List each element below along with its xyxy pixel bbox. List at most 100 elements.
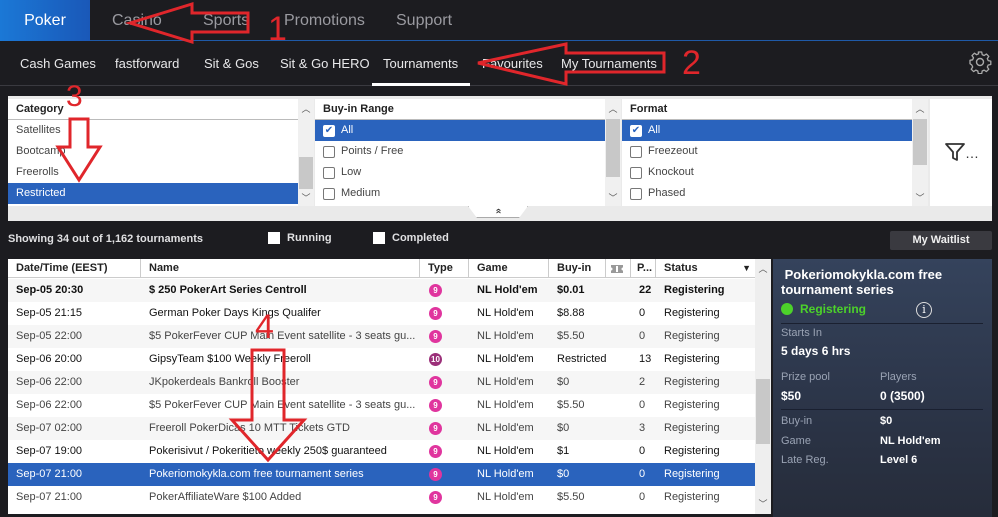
category-item-restricted[interactable]: Restricted bbox=[8, 183, 298, 204]
sub-tab-my-tournaments[interactable]: My Tournaments bbox=[561, 42, 657, 86]
scroll-thumb[interactable] bbox=[299, 157, 313, 189]
top-tab-promotions[interactable]: Promotions bbox=[284, 0, 365, 41]
col-name[interactable]: Name bbox=[141, 259, 420, 278]
top-tab-poker[interactable]: Poker bbox=[0, 0, 90, 41]
col-players[interactable]: P... bbox=[631, 259, 656, 278]
table-row[interactable]: Sep-05 22:00 $5 PokerFever CUP Main Event… bbox=[8, 325, 755, 348]
table-row[interactable]: Sep-06 22:00 JKpokerdeals Bankroll Booste… bbox=[8, 371, 755, 394]
table-row[interactable]: Sep-05 21:15 German Poker Days Kings Qual… bbox=[8, 302, 755, 325]
buyin-option-all[interactable]: ✔ All bbox=[315, 120, 605, 141]
col-status[interactable]: Status ▼ bbox=[656, 259, 755, 278]
col-datetime[interactable]: Date/Time (EEST) bbox=[8, 259, 141, 278]
sub-tab-favourites[interactable]: Favourites bbox=[482, 42, 543, 86]
cell-name: GipsyTeam $100 Weekly Freeroll bbox=[149, 353, 311, 365]
scroll-down-icon[interactable]: ﹀ bbox=[912, 191, 928, 204]
table-row[interactable]: Sep-07 19:00 Pokerisivut / Pokeritieto we… bbox=[8, 440, 755, 463]
buyin-option-label: Medium bbox=[341, 187, 381, 199]
table-row[interactable]: Sep-06 20:00 GipsyTeam $100 Weekly Freero… bbox=[8, 348, 755, 371]
sub-tab-tournaments[interactable]: Tournaments bbox=[371, 42, 471, 86]
completed-checkbox[interactable] bbox=[373, 232, 385, 244]
category-scrollbar[interactable]: ︿ ﹀ bbox=[298, 99, 314, 206]
table-row[interactable]: Sep-06 22:00 $5 PokerFever CUP Main Event… bbox=[8, 394, 755, 417]
col-game[interactable]: Game bbox=[469, 259, 549, 278]
cell-buyin: $8.88 bbox=[557, 307, 585, 319]
starts-in-value: 5 days 6 hrs bbox=[781, 344, 851, 358]
category-item-freerolls[interactable]: Freerolls bbox=[8, 162, 298, 183]
scroll-up-icon[interactable]: ︿ bbox=[912, 102, 928, 115]
col-status-label: Status bbox=[664, 262, 698, 274]
divider bbox=[781, 323, 983, 324]
scroll-up-icon[interactable]: ︿ bbox=[298, 102, 314, 115]
cell-name: $5 PokerFever CUP Main Event satellite -… bbox=[149, 399, 416, 411]
table-row[interactable]: Sep-07 02:00 Freeroll PokerDicas 10 MTT T… bbox=[8, 417, 755, 440]
scroll-thumb[interactable] bbox=[606, 119, 620, 177]
top-tab-casino[interactable]: Casino bbox=[112, 0, 162, 41]
top-tab-sports[interactable]: Sports bbox=[203, 0, 249, 41]
completed-toggle[interactable]: Completed bbox=[373, 232, 449, 244]
category-item-satellites[interactable]: Satellites bbox=[8, 120, 298, 141]
scroll-down-icon[interactable]: ﹀ bbox=[298, 191, 314, 204]
scroll-up-icon[interactable]: ︿ bbox=[605, 102, 621, 115]
sub-tab-fastforward[interactable]: fastforward bbox=[115, 42, 179, 86]
format-option-label: Phased bbox=[648, 187, 686, 199]
top-nav: Poker Casino Sports Promotions Support bbox=[0, 0, 998, 41]
checkbox-checked-icon[interactable]: ✔ bbox=[630, 124, 642, 137]
buyin-option-points-free[interactable]: Points / Free bbox=[315, 141, 605, 162]
table-row[interactable]: Sep-05 20:30 $ 250 PokerArt Series Centro… bbox=[8, 279, 755, 302]
checkbox-icon[interactable] bbox=[630, 187, 642, 200]
cell-status: Registering bbox=[664, 468, 720, 480]
table-scrollbar[interactable]: ︿ ﹀ bbox=[755, 259, 771, 514]
scroll-thumb[interactable] bbox=[913, 119, 927, 165]
prize-pool-label: Prize pool bbox=[781, 371, 830, 383]
table-row[interactable]: Sep-07 21:00 PokerAffiliateWare $100 Adde… bbox=[8, 486, 755, 509]
running-checkbox[interactable] bbox=[268, 232, 280, 244]
table-row[interactable]: Sep-07 21:00 Pokeriomokykla.com free tou… bbox=[8, 463, 755, 486]
format-option-knockout[interactable]: Knockout bbox=[622, 162, 912, 183]
cell-players: 0 bbox=[639, 468, 646, 480]
scroll-down-icon[interactable]: ﹀ bbox=[755, 497, 771, 510]
top-tab-support[interactable]: Support bbox=[396, 0, 452, 41]
cell-players: 0 bbox=[639, 399, 646, 411]
tournament-table: Date/Time (EEST) Name Type Game Buy-in P… bbox=[8, 259, 771, 514]
more-filters-button[interactable]: … bbox=[930, 99, 992, 206]
buyin-scrollbar[interactable]: ︿ ﹀ bbox=[605, 99, 621, 206]
checkbox-icon[interactable] bbox=[630, 145, 642, 158]
sub-tab-cash-games[interactable]: Cash Games bbox=[20, 42, 96, 86]
format-option-phased[interactable]: Phased bbox=[622, 183, 912, 204]
gear-icon[interactable] bbox=[968, 50, 992, 74]
checkbox-checked-icon[interactable]: ✔ bbox=[323, 124, 335, 137]
checkbox-icon[interactable] bbox=[323, 145, 335, 158]
cell-datetime: Sep-07 02:00 bbox=[16, 422, 83, 434]
cell-game: NL Hold'em bbox=[477, 330, 534, 342]
checkbox-icon[interactable] bbox=[323, 166, 335, 179]
type-badge-icon: 9 bbox=[429, 491, 442, 504]
cell-status: Registering bbox=[664, 491, 720, 503]
buyin-option-low[interactable]: Low bbox=[315, 162, 605, 183]
buyin-option-medium[interactable]: Medium bbox=[315, 183, 605, 204]
col-type[interactable]: Type bbox=[420, 259, 469, 278]
checkbox-icon[interactable] bbox=[323, 187, 335, 200]
category-item-bootcamp[interactable]: Bootcamp bbox=[8, 141, 298, 162]
format-option-all[interactable]: ✔ All bbox=[622, 120, 912, 141]
running-toggle[interactable]: Running bbox=[268, 232, 332, 244]
collapse-filters-button[interactable]: « bbox=[468, 206, 528, 218]
my-waitlist-button[interactable]: My Waitlist bbox=[890, 231, 992, 250]
running-label: Running bbox=[287, 232, 332, 244]
checkbox-icon[interactable] bbox=[630, 166, 642, 179]
sub-tab-sit-and-gos[interactable]: Sit & Gos bbox=[204, 42, 259, 86]
info-icon[interactable]: i bbox=[916, 302, 932, 318]
scroll-up-icon[interactable]: ︿ bbox=[755, 262, 771, 275]
cell-name: Pokeriomokykla.com free tournament serie… bbox=[149, 468, 364, 480]
col-buyin[interactable]: Buy-in bbox=[549, 259, 606, 278]
col-ticket[interactable] bbox=[606, 259, 631, 278]
format-option-freezeout[interactable]: Freezeout bbox=[622, 141, 912, 162]
cell-status: Registering bbox=[664, 399, 720, 411]
scroll-thumb[interactable] bbox=[756, 379, 770, 444]
cell-datetime: Sep-06 22:00 bbox=[16, 376, 83, 388]
scroll-down-icon[interactable]: ﹀ bbox=[605, 191, 621, 204]
sub-tab-sit-and-go-hero[interactable]: Sit & Go HERO bbox=[280, 42, 370, 86]
format-option-label: Freezeout bbox=[648, 145, 698, 157]
format-scrollbar[interactable]: ︿ ﹀ bbox=[912, 99, 928, 206]
late-reg-label: Late Reg. bbox=[781, 454, 829, 466]
sort-dropdown-icon[interactable]: ▼ bbox=[742, 259, 751, 278]
